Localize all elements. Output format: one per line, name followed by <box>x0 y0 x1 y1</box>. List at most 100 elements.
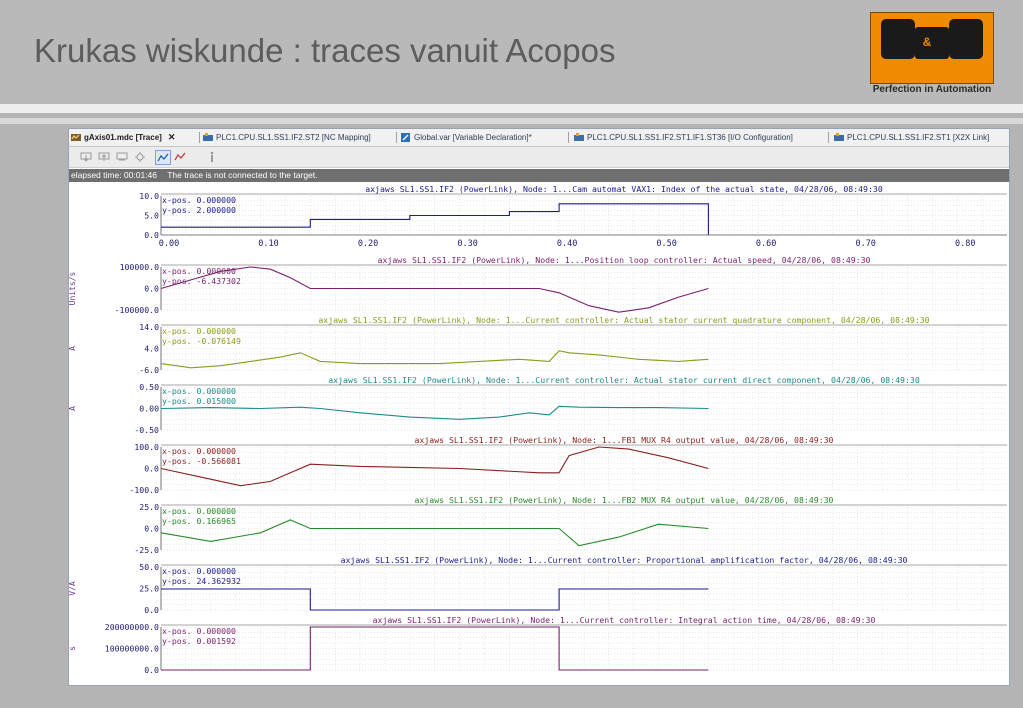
x-tick-label: 0.40 <box>557 239 577 249</box>
y-axis-label: A <box>69 346 77 351</box>
chart-title: axjaws SL1.SS1.IF2 (PowerLink), Node: 1.… <box>415 495 834 505</box>
y-tick-label: 5.0 <box>144 211 159 221</box>
chart-title: axjaws SL1.SS1.IF2 (PowerLink), Node: 1.… <box>373 615 876 625</box>
cursor-mode-icon[interactable] <box>155 150 171 165</box>
y-pos-readout: y-pos. -0.566081 <box>162 456 241 466</box>
x-tick-label: 0.60 <box>756 239 776 249</box>
y-tick-label: 50.0 <box>139 562 159 572</box>
y-tick-label: 4.0 <box>144 344 159 354</box>
y-tick-label: 0.0 <box>144 605 159 615</box>
info-icon[interactable] <box>205 150 219 163</box>
x-pos-readout: x-pos. 0.000000 <box>162 626 236 636</box>
logo-glyph-right <box>949 19 983 59</box>
y-axis-label: V/A <box>69 581 77 596</box>
y-tick-label: 0.00 <box>139 404 159 414</box>
chart-title: axjaws SL1.SS1.IF2 (PowerLink), Node: 1.… <box>365 184 883 194</box>
variable-icon <box>401 133 411 142</box>
y-tick-label: 10.0 <box>139 191 159 201</box>
close-icon[interactable]: ✕ <box>168 131 176 144</box>
settings-icon[interactable] <box>133 150 147 163</box>
y-tick-label: 0.0 <box>144 524 159 534</box>
y-tick-label: -25.0 <box>134 545 159 555</box>
y-tick-label: 100000.0 <box>120 262 160 272</box>
editor-tab-bar: gAxis01.mdc [Trace] ✕ PLC1.CPU.SL1.SS1.I… <box>69 129 1009 147</box>
company-logo: & <box>870 12 994 84</box>
tab-separator <box>396 132 397 143</box>
x-tick-label: 0.20 <box>358 239 378 249</box>
chart-title: axjaws SL1.SS1.IF2 (PowerLink), Node: 1.… <box>415 435 834 445</box>
tab-x2x-link[interactable]: PLC1.CPU.SL1.SS1.IF2.ST1 [X2X Link] <box>834 131 989 144</box>
y-tick-label: -6.0 <box>139 365 159 375</box>
trace-charts[interactable]: axjaws SL1.SS1.IF2 (PowerLink), Node: 1.… <box>68 183 1009 683</box>
x-pos-readout: x-pos. 0.000000 <box>162 566 236 576</box>
x-tick-label: 0.70 <box>855 239 875 249</box>
x-tick-label: 0.30 <box>457 239 477 249</box>
trace-line <box>160 446 709 487</box>
logo-glyph-left <box>881 19 915 59</box>
x-pos-readout: x-pos. 0.000000 <box>162 195 236 205</box>
y-tick-label: 0.0 <box>144 464 159 474</box>
y-pos-readout: y-pos. 24.362932 <box>162 576 241 586</box>
y-tick-label: -0.50 <box>134 425 159 435</box>
y-tick-label: 0.0 <box>144 284 159 294</box>
y-pos-readout: y-pos. 0.166965 <box>162 516 236 526</box>
chart-title: axjaws SL1.SS1.IF2 (PowerLink), Node: 1.… <box>328 375 920 385</box>
automation-studio-window: gAxis01.mdc [Trace] ✕ PLC1.CPU.SL1.SS1.I… <box>68 128 1010 686</box>
tab-label: gAxis01.mdc [Trace] <box>84 133 162 142</box>
y-tick-label: 0.0 <box>144 665 159 675</box>
tab-label: Global.var [Variable Declaration]* <box>414 133 532 142</box>
x-pos-readout: x-pos. 0.000000 <box>162 386 236 396</box>
slide-title: Krukas wiskunde : traces vanuit Acopos <box>34 32 616 69</box>
upload-icon[interactable] <box>97 150 111 163</box>
y-tick-label: 25.0 <box>139 502 159 512</box>
tab-nc-mapping[interactable]: PLC1.CPU.SL1.SS1.IF2.ST2 [NC Mapping] <box>203 131 371 144</box>
connection-status: The trace is not connected to the target… <box>167 170 318 180</box>
tab-separator <box>828 132 829 143</box>
logo-tagline: Perfection in Automation <box>872 84 992 95</box>
tab-label: PLC1.CPU.SL1.SS1.IF2.ST2 [NC Mapping] <box>216 133 371 142</box>
elapsed-time: elapsed time: 00:01:46 <box>71 170 158 180</box>
plc-icon <box>203 133 213 142</box>
plc-icon <box>574 133 584 142</box>
x-tick-label: 0.00 <box>159 239 179 249</box>
trace-icon <box>71 133 81 142</box>
trace-plot-area: axjaws SL1.SS1.IF2 (PowerLink), Node: 1.… <box>68 183 1009 688</box>
y-pos-readout: y-pos. 2.000000 <box>162 205 236 215</box>
x-tick-label: 0.50 <box>656 239 676 249</box>
y-tick-label: 0.50 <box>139 382 159 392</box>
trace-line <box>160 519 709 547</box>
tab-trace[interactable]: gAxis01.mdc [Trace] ✕ <box>71 131 175 144</box>
tab-label: PLC1.CPU.SL1.SS1.IF2.ST1.IF1.ST36 [I/O C… <box>587 133 793 142</box>
tab-label: PLC1.CPU.SL1.SS1.IF2.ST1 [X2X Link] <box>847 133 990 142</box>
y-pos-readout: y-pos. 0.015000 <box>162 396 236 406</box>
y-axis-label: s <box>69 646 77 651</box>
transfer-icon[interactable] <box>115 150 129 163</box>
chart-title: axjaws SL1.SS1.IF2 (PowerLink), Node: 1.… <box>378 255 871 265</box>
trace-toolbar <box>69 147 1009 168</box>
y-tick-label: 14.0 <box>139 322 159 332</box>
plc-icon <box>834 133 844 142</box>
zoom-trace-icon[interactable] <box>173 150 187 163</box>
y-tick-label: 100.0 <box>134 442 159 452</box>
x-pos-readout: x-pos. 0.000000 <box>162 446 236 456</box>
x-tick-label: 0.80 <box>955 239 975 249</box>
logo-ampersand: & <box>919 35 935 49</box>
header-divider <box>0 104 1023 113</box>
y-axis-label: A <box>69 406 77 411</box>
chart-title: axjaws SL1.SS1.IF2 (PowerLink), Node: 1.… <box>341 555 908 565</box>
x-pos-readout: x-pos. 0.000000 <box>162 326 236 336</box>
tab-global-var[interactable]: Global.var [Variable Declaration]* <box>401 131 532 144</box>
x-pos-readout: x-pos. 0.000000 <box>162 506 236 516</box>
y-pos-readout: y-pos. 0.001592 <box>162 636 236 646</box>
download-icon[interactable] <box>79 150 93 163</box>
tab-io-configuration[interactable]: PLC1.CPU.SL1.SS1.IF2.ST1.IF1.ST36 [I/O C… <box>574 131 793 144</box>
tab-separator <box>199 132 200 143</box>
tab-separator <box>568 132 569 143</box>
y-tick-label: 200000000.0 <box>105 622 159 632</box>
header-divider-thin <box>0 118 1023 124</box>
trace-status-bar: elapsed time: 00:01:46 The trace is not … <box>69 169 1009 182</box>
y-axis-label: Units/s <box>69 271 77 305</box>
y-tick-label: -100.0 <box>129 485 159 495</box>
y-tick-label: 100000000.0 <box>105 644 159 654</box>
y-pos-readout: y-pos. -0.076149 <box>162 336 241 346</box>
